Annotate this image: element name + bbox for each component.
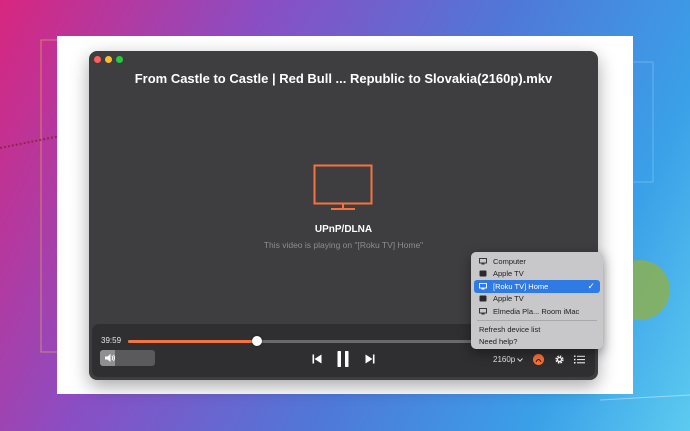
pause-button[interactable] [335,350,351,368]
previous-button[interactable] [311,353,323,365]
next-button[interactable] [364,353,376,365]
device-label: Apple TV [493,269,524,279]
cast-status-text: This video is playing on "[Roku TV] Home… [263,240,424,250]
cast-button[interactable] [533,354,544,365]
skip-forward-icon [365,354,375,364]
volume-slider[interactable] [100,350,155,366]
device-menu-item[interactable]: Apple TV [471,268,603,281]
close-button[interactable] [94,56,101,63]
checkmark-icon: ✓ [587,281,595,291]
device-menu-item[interactable]: Apple TV [471,293,603,306]
window-controls [94,56,123,63]
skip-back-icon [312,354,322,364]
pause-icon [337,351,349,367]
minimize-button[interactable] [105,56,112,63]
cast-icon [535,358,542,362]
appletv-icon [479,270,487,277]
computer-icon [479,307,487,315]
elapsed-time: 39:59 [101,336,122,345]
device-label: Elmedia Pla... Room iMac [493,306,580,316]
quality-selector[interactable]: 2160p [493,355,524,364]
window-title: From Castle to Castle | Red Bull ... Rep… [134,71,553,86]
playlist-button[interactable] [573,353,585,365]
tv-icon [479,282,487,290]
tv-icon [313,164,373,210]
speaker-icon [105,354,115,362]
refresh-devices-item[interactable]: Refresh device list [471,324,603,336]
appletv-icon [479,295,487,302]
device-menu-item[interactable]: Elmedia Pla... Room iMac [471,305,603,318]
gear-icon [554,354,564,364]
seek-handle[interactable] [251,336,262,346]
computer-icon [479,257,487,265]
device-label: [Roku TV] Home [493,281,549,291]
quality-label: 2160p [493,355,516,364]
seek-progress [128,340,257,343]
list-icon [573,355,585,363]
device-label: Apple TV [493,294,524,304]
cast-protocol-label: UPnP/DLNA [314,224,373,235]
need-help-item[interactable]: Need help? [471,336,603,348]
menu-divider [477,319,597,321]
settings-button[interactable] [553,353,565,365]
device-menu: Computer Apple TV [Roku TV] Home ✓ Apple… [471,252,603,349]
device-menu-item-selected[interactable]: [Roku TV] Home ✓ [474,280,600,293]
chevron-down-icon [517,357,524,362]
maximize-button[interactable] [116,56,123,63]
device-label: Computer [493,256,526,266]
device-menu-item[interactable]: Computer [471,255,603,268]
